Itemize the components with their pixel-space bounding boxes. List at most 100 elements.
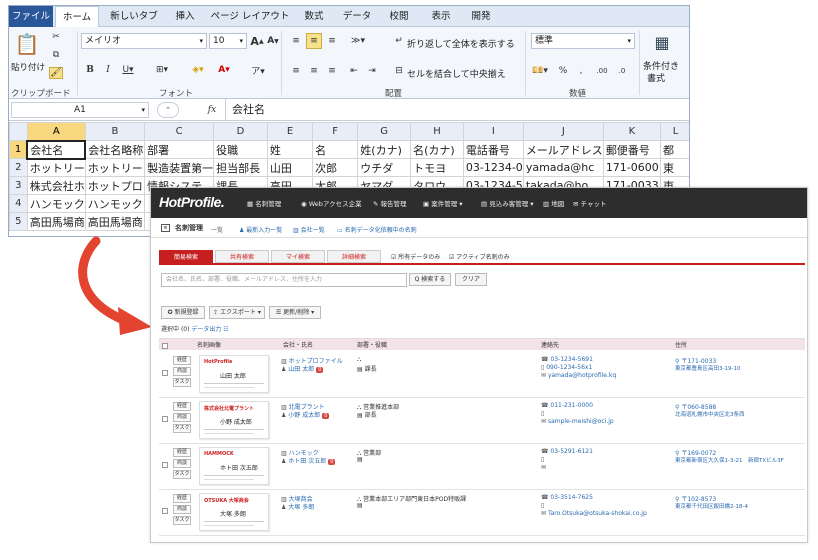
column-header[interactable]: F: [312, 122, 359, 141]
row-action-button[interactable]: 経歴: [173, 494, 191, 503]
align-top-icon[interactable]: ≡: [289, 35, 303, 47]
column-header[interactable]: E: [266, 122, 314, 141]
tab-review[interactable]: 校閲: [381, 6, 417, 27]
orientation-icon[interactable]: ≫▾: [349, 35, 367, 47]
cell[interactable]: 次郎: [312, 158, 359, 177]
address-value[interactable]: 東京都豊島区高田3-19-10: [675, 364, 740, 372]
column-header[interactable]: G: [357, 122, 412, 141]
cell[interactable]: 郵便番号: [602, 140, 662, 159]
person-link[interactable]: ♟ 小野 成太郎 0: [281, 410, 330, 419]
nav-chat[interactable]: ✉ チャット: [573, 198, 606, 208]
mobile-link[interactable]: ▯: [541, 410, 544, 417]
phone-link[interactable]: ☎ 03-3514-7625: [541, 494, 593, 501]
increase-indent-icon[interactable]: ⇥: [365, 65, 379, 77]
address-value[interactable]: 北海道札幌市中央区北3条西: [675, 410, 745, 418]
wrap-text-button[interactable]: 折り返して全体を表示する: [407, 37, 515, 50]
row-action-button[interactable]: 経歴: [173, 402, 191, 411]
align-left-icon[interactable]: ≡: [289, 65, 303, 77]
row-action-button[interactable]: 商談: [173, 505, 191, 514]
export-button[interactable]: ⇪ エクスポート ▾: [209, 306, 265, 319]
phone-link[interactable]: ☎ 03-1234-5691: [541, 356, 593, 363]
nav-map[interactable]: ▥ 地図: [543, 198, 564, 208]
cell[interactable]: 高田馬場商: [26, 212, 86, 231]
data-export-link[interactable]: データ出力: [191, 326, 221, 333]
currency-icon[interactable]: 💴▾: [531, 65, 549, 77]
new-register-button[interactable]: ✪ 新規登録: [161, 306, 205, 319]
active-only-checkbox[interactable]: ☑ アクティブ名刺のみ: [449, 252, 510, 261]
copy-icon[interactable]: ⧉: [49, 49, 63, 61]
card-image[interactable]: HAMMOCK ホト田 次五郎: [199, 447, 269, 485]
column-header[interactable]: I: [462, 122, 524, 141]
cell[interactable]: メールアドレス: [522, 140, 604, 159]
cell[interactable]: トモヨ: [410, 158, 464, 177]
clear-button[interactable]: クリア: [455, 273, 487, 286]
conditional-format-button-2[interactable]: 書式: [647, 71, 665, 84]
cell[interactable]: 姓(カナ): [357, 140, 412, 159]
tab-simple-search[interactable]: 簡易検索: [159, 250, 213, 263]
email-link[interactable]: ✉ Taro.Otsuka@otsuka-shokai.co.jp: [541, 510, 647, 517]
cell[interactable]: 03-1234-0: [462, 158, 524, 177]
cell[interactable]: 会社名: [26, 139, 87, 160]
tab-view[interactable]: 表示: [423, 6, 459, 27]
tab-formulas[interactable]: 数式: [297, 6, 331, 27]
cell[interactable]: ハンモック: [26, 194, 86, 213]
link-pending-cards[interactable]: ▭ 名刺データ化依頼中の名刺: [337, 225, 417, 234]
column-header[interactable]: H: [410, 122, 464, 141]
shrink-font-icon[interactable]: A ▼: [266, 33, 280, 49]
name-box[interactable]: A1 ▾: [11, 102, 149, 118]
tab-data[interactable]: データ: [337, 6, 377, 27]
font-name-select[interactable]: メイリオ ▾: [81, 33, 207, 49]
nav-web-access[interactable]: ◉ Webアクセス企業: [301, 198, 362, 208]
link-company-list[interactable]: ▥ 会社一覧: [293, 225, 325, 234]
phone-link[interactable]: ☎ 011-231-0000: [541, 402, 593, 409]
comma-icon[interactable]: ,: [575, 65, 587, 77]
align-bottom-icon[interactable]: ≡: [325, 35, 339, 47]
phone-link[interactable]: ☎ 03-5291-6121: [541, 448, 593, 455]
font-size-select[interactable]: 10 ▾: [209, 33, 247, 49]
tab-my-search[interactable]: マイ検索: [271, 250, 325, 263]
person-link[interactable]: ♟ 山田 太郎 0: [281, 364, 324, 373]
card-image[interactable]: 株式会社北電プラント 小野 成太郎: [199, 401, 269, 439]
row-action-button[interactable]: タスク: [173, 470, 191, 479]
select-all-checkbox[interactable]: [162, 343, 168, 349]
tab-developer[interactable]: 開発: [463, 6, 499, 27]
row-checkbox[interactable]: [162, 508, 168, 514]
font-color-icon[interactable]: A▾: [215, 63, 233, 77]
column-header[interactable]: K: [602, 122, 662, 141]
formula-input[interactable]: 会社名: [225, 99, 689, 121]
fill-color-icon[interactable]: ◈▾: [189, 63, 207, 77]
cell[interactable]: 部署: [144, 140, 215, 159]
cell[interactable]: 山田: [266, 158, 314, 177]
phonetic-icon[interactable]: ア▾: [249, 63, 267, 77]
row-action-button[interactable]: 経歴: [173, 356, 191, 365]
merge-center-button[interactable]: セルを結合して中央揃え: [407, 67, 506, 80]
conditional-format-icon[interactable]: ▦: [651, 31, 673, 53]
owned-only-checkbox[interactable]: ☑ 所有データのみ: [391, 252, 440, 261]
function-icon[interactable]: fx: [205, 102, 219, 118]
hotprofile-logo[interactable]: HotProfile.: [159, 194, 225, 210]
person-link[interactable]: ♟ ホト田 次五郎 0: [281, 456, 336, 465]
address-value[interactable]: 東京都新宿区大久保1-3-21 新宿TXビル3F: [675, 456, 784, 464]
cell[interactable]: ホットリー: [26, 158, 86, 177]
cut-icon[interactable]: ✂: [49, 31, 63, 43]
tab-new[interactable]: 新しいタブ: [105, 6, 163, 27]
grow-font-icon[interactable]: A ▲: [250, 33, 264, 49]
column-header[interactable]: D: [213, 122, 268, 141]
paste-icon[interactable]: 📋: [13, 31, 41, 57]
row-header[interactable]: 2: [9, 158, 28, 177]
cell[interactable]: 名(カナ): [410, 140, 464, 159]
person-link[interactable]: ♟ 大塚 多朗: [281, 502, 314, 511]
increase-decimal-icon[interactable]: .00: [593, 65, 611, 77]
align-right-icon[interactable]: ≡: [325, 65, 339, 77]
cell[interactable]: 高田馬場商: [84, 212, 146, 231]
row-action-button[interactable]: タスク: [173, 516, 191, 525]
search-input[interactable]: 会社名、氏名、部署、役職、メールアドレス、住所を入力: [161, 273, 407, 287]
cell[interactable]: 都: [660, 140, 689, 159]
column-header[interactable]: B: [84, 122, 146, 141]
cell[interactable]: ホットリー: [84, 158, 146, 177]
cell[interactable]: 171-0600: [602, 158, 662, 177]
email-link[interactable]: ✉: [541, 464, 546, 471]
search-button[interactable]: Q 検索する: [409, 273, 451, 286]
tab-page-layout[interactable]: ページ レイアウト: [207, 6, 293, 27]
column-header[interactable]: J: [522, 122, 604, 141]
